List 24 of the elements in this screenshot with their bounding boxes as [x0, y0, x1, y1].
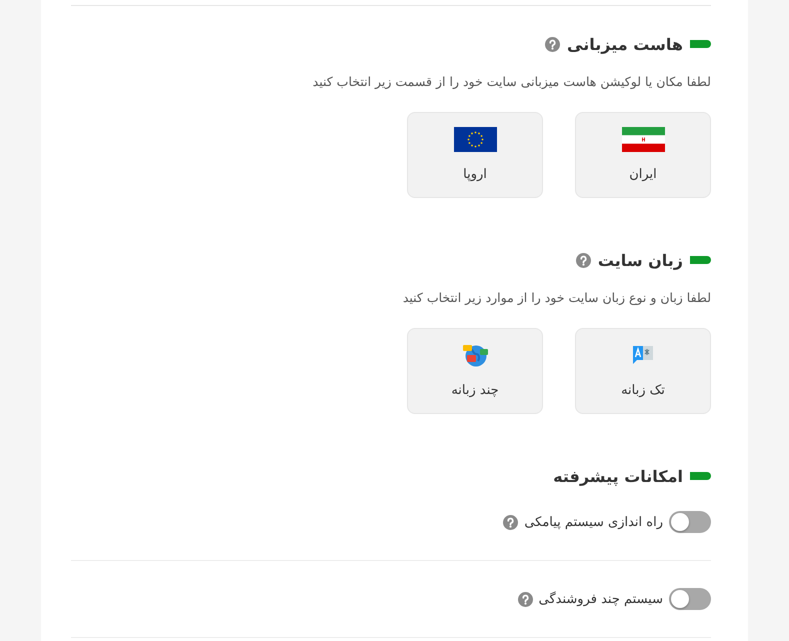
section-title: هاست میزبانی — [567, 34, 683, 54]
help-icon[interactable] — [545, 36, 560, 52]
section-title: زبان سایت — [598, 250, 683, 270]
globe-icon — [462, 343, 488, 367]
help-icon[interactable] — [576, 252, 591, 268]
toggle-label: سیستم چند فروشندگی — [538, 592, 663, 606]
help-icon[interactable] — [503, 514, 518, 530]
option-card[interactable]: چند زبانه — [407, 328, 543, 414]
accent-bar — [690, 472, 711, 480]
section-description: لطفا مکان یا لوکیشن هاست میزبانی سایت خود را از قسمت زیر انتخاب کنید — [312, 74, 711, 89]
toggle-switch[interactable] — [669, 511, 711, 533]
section-description: لطفا زبان و نوع زبان سایت خود را از موارد زیر انتخاب کنید — [402, 290, 711, 305]
accent-bar — [690, 40, 711, 48]
flag-icon — [454, 126, 496, 152]
section-title: امکانات پیشرفته — [553, 466, 683, 486]
option-card[interactable]: اروپا — [407, 112, 543, 198]
toggle-switch[interactable] — [669, 588, 711, 610]
help-icon[interactable] — [518, 592, 533, 606]
option-card[interactable]: ایران — [575, 112, 711, 198]
option-card[interactable]: تک زبانه — [575, 328, 711, 414]
toggle-label: راه اندازی سیستم پیامکی — [524, 514, 663, 530]
flag-icon — [622, 126, 664, 152]
translate-icon — [632, 344, 654, 366]
accent-bar — [690, 256, 711, 264]
